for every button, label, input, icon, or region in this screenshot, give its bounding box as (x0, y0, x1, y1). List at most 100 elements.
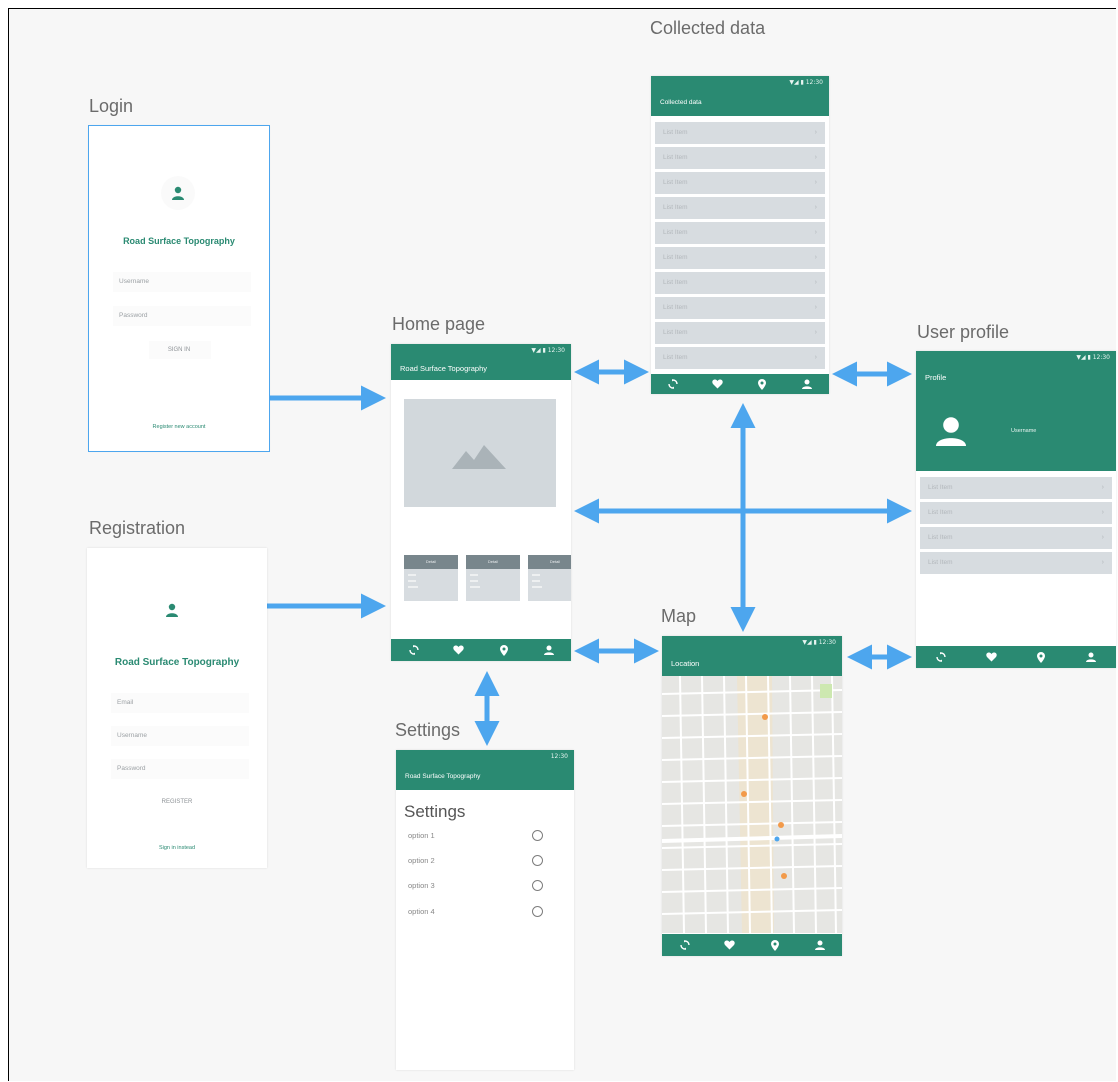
heart-icon[interactable] (984, 650, 998, 664)
settings-screen: 12:30 Road Surface Topography Settings o… (396, 750, 574, 1070)
list-item-label: List Item (928, 484, 953, 491)
collected-data-title: Collected data (650, 18, 766, 38)
list-item[interactable]: List Item › (655, 222, 825, 244)
list-item[interactable]: List Item › (655, 272, 825, 294)
option-radio[interactable] (532, 830, 543, 841)
heart-icon[interactable] (723, 938, 737, 952)
avatar (166, 603, 178, 622)
sync-icon[interactable] (678, 938, 692, 952)
sync-icon[interactable] (407, 643, 421, 657)
list-item-label: List Item (663, 129, 688, 136)
list-item-label: List Item (663, 254, 688, 261)
app-bar-title: Road Surface Topography (400, 364, 488, 373)
option-radio[interactable] (532, 880, 543, 891)
home-title: Home page (392, 314, 486, 334)
list-item[interactable]: List Item › (920, 477, 1112, 499)
chevron-right-icon: › (814, 129, 817, 136)
chevron-right-icon: › (814, 204, 817, 211)
sync-icon[interactable] (666, 377, 680, 391)
registration-screen: Road Surface Topography Email Username P… (87, 548, 267, 868)
chevron-right-icon: › (1101, 509, 1104, 516)
option-radio[interactable] (532, 906, 543, 917)
profile-header: ▼◢ ▮ 12:30 Profile Username (916, 351, 1116, 471)
bottom-navigation (662, 934, 842, 956)
status-bar: ▼◢ ▮ 12:30 (1076, 354, 1110, 361)
list-item[interactable]: List Item › (655, 172, 825, 194)
chevron-right-icon: › (1101, 534, 1104, 541)
location-pin-icon[interactable] (1034, 650, 1048, 664)
login-title: Login (89, 96, 134, 116)
list-item[interactable]: List Item › (920, 527, 1112, 549)
sign-in-link[interactable]: Sign in instead (87, 845, 267, 851)
list-item[interactable]: List Item › (655, 297, 825, 319)
card-text-line (470, 586, 480, 588)
app-name: Road Surface Topography (123, 236, 235, 246)
list-item[interactable]: List Item › (920, 502, 1112, 524)
chevron-right-icon: › (814, 329, 817, 336)
list-item-label: List Item (663, 154, 688, 161)
user-profile-title: User profile (917, 322, 1010, 342)
person-icon[interactable] (813, 938, 827, 952)
card-text-line (532, 580, 540, 582)
list-item[interactable]: List Item › (920, 552, 1112, 574)
location-pin-icon[interactable] (755, 377, 769, 391)
person-icon[interactable] (800, 377, 814, 391)
status-bar: ▼◢ ▮ 12:30 (789, 79, 823, 86)
street-map[interactable] (662, 676, 842, 933)
app-bar-title: Collected data (660, 99, 702, 106)
list-item[interactable]: List Item › (655, 147, 825, 169)
heart-icon[interactable] (452, 643, 466, 657)
chevron-right-icon: › (814, 279, 817, 286)
option-radio[interactable] (532, 855, 543, 866)
list-item[interactable]: List Item › (655, 322, 825, 344)
sync-icon[interactable] (934, 650, 948, 664)
person-icon (172, 186, 184, 200)
person-icon[interactable] (1084, 650, 1098, 664)
bottom-navigation (651, 374, 829, 394)
register-link[interactable]: Register new account (89, 424, 269, 430)
profile-username: Username (1011, 428, 1037, 434)
list-item-label: List Item (663, 304, 688, 311)
list-item[interactable]: List Item › (655, 122, 825, 144)
person-icon[interactable] (542, 643, 556, 657)
status-bar: ▼◢ ▮ 12:30 (802, 639, 836, 646)
app-bar: ▼◢ ▮ 12:30 Collected data (651, 76, 829, 116)
password-field[interactable]: Password (113, 306, 251, 326)
username-field[interactable]: Username (113, 272, 251, 292)
app-name: Road Surface Topography (114, 657, 240, 668)
list-item[interactable]: List Item › (655, 197, 825, 219)
card-text-line (408, 586, 418, 588)
location-pin-icon[interactable] (768, 938, 782, 952)
username-field[interactable]: Username (111, 726, 249, 746)
app-bar-title: Profile (925, 373, 947, 382)
heart-icon[interactable] (711, 377, 725, 391)
chevron-right-icon: › (814, 179, 817, 186)
option-label: option 1 (408, 831, 435, 840)
bottom-navigation (391, 639, 571, 661)
location-pin-icon[interactable] (497, 643, 511, 657)
diagram-canvas: Login Road Surface Topography Username P… (8, 8, 1116, 1081)
list-item[interactable]: List Item › (655, 347, 825, 369)
detail-card[interactable]: Detail (528, 555, 571, 601)
password-field[interactable]: Password (111, 759, 249, 779)
list-item-label: List Item (663, 329, 688, 336)
image-placeholder (404, 399, 556, 507)
detail-card[interactable]: Detail (404, 555, 458, 601)
registration-title: Registration (89, 518, 186, 538)
bottom-navigation (916, 646, 1116, 668)
card-text-line (408, 574, 416, 576)
email-field[interactable]: Email (111, 693, 249, 713)
register-button[interactable]: REGISTER (87, 799, 267, 805)
card-text-line (532, 574, 540, 576)
card-text-line (532, 586, 542, 588)
card-header: Detail (528, 555, 571, 569)
chevron-right-icon: › (814, 154, 817, 161)
settings-title: Settings (395, 720, 461, 740)
avatar-person-icon (936, 417, 966, 446)
list-item-label: List Item (928, 559, 953, 566)
chevron-right-icon: › (814, 304, 817, 311)
list-item[interactable]: List Item › (655, 247, 825, 269)
option-label: option 3 (408, 881, 435, 890)
card-header: Detail (404, 555, 458, 569)
detail-card[interactable]: Detail (466, 555, 520, 601)
